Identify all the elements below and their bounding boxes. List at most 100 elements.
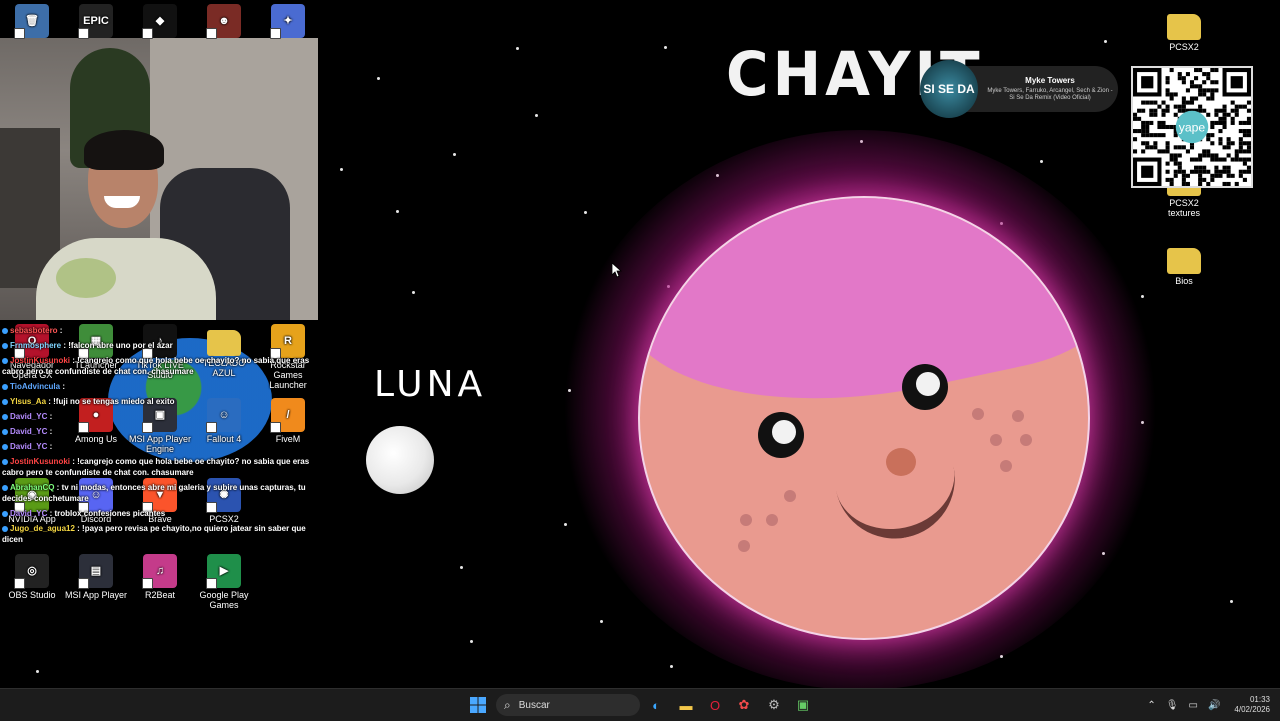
freckle	[1020, 434, 1032, 446]
now-playing-artist: Myke Towers	[1025, 76, 1075, 85]
qr-brand-label: yape	[1179, 120, 1206, 134]
roblox-icon: ◆	[142, 4, 177, 39]
left-eye	[758, 412, 804, 458]
chat-text: : !fuji no se tengas miedo al exito	[46, 397, 175, 406]
chat-badge-icon	[2, 357, 8, 364]
edge-icon[interactable]: ◐	[646, 695, 666, 715]
desktop-shortcut[interactable]: ☻	[192, 4, 256, 40]
chat-username: JostinKusunoki	[10, 457, 71, 466]
opera-gx-taskbar-icon[interactable]: O	[705, 695, 725, 715]
chat-badge-icon	[2, 398, 8, 405]
chat-message: TioAdvincula :	[2, 381, 314, 392]
now-playing-widget[interactable]: SI SE DA Myke Towers Myke Towers, Farruk…	[920, 60, 1118, 118]
qr-code-image: yape	[1133, 68, 1251, 186]
desktop-shortcut-label: PCSX2	[1169, 42, 1199, 52]
chat-message: David_YC :	[2, 411, 314, 422]
chat-text: :	[60, 382, 65, 391]
desktop-shortcut[interactable]: PCSX2	[1152, 8, 1216, 52]
star	[1104, 40, 1107, 43]
chat-text: : troblox confesiones picantes	[47, 509, 166, 518]
star	[1040, 160, 1043, 163]
terminal-icon[interactable]: ▣	[793, 695, 813, 715]
desktop-shortcut[interactable]: EPIC	[64, 4, 128, 40]
volume-icon[interactable]: 🔊	[1208, 700, 1220, 711]
chat-message: Frnmosphere : !falcon abre uno por el az…	[2, 340, 314, 351]
moon-label: LUNA	[374, 364, 487, 405]
chat-username: David_YC	[10, 442, 48, 451]
desktop-shortcut[interactable]: 🗑	[0, 4, 64, 40]
search-icon: ⌕	[504, 697, 511, 712]
app-taskbar-icon[interactable]: ✿	[734, 695, 754, 715]
windows-logo-icon	[470, 697, 486, 713]
chat-username: TioAdvincula	[10, 382, 61, 391]
star	[412, 291, 415, 294]
chat-badge-icon	[2, 510, 8, 517]
settings-gear-icon[interactable]: ⚙	[764, 695, 784, 715]
freckle	[738, 540, 750, 552]
now-playing-song: Myke Towers, Farruko, Arcangel, Sech & Z…	[987, 88, 1113, 101]
freckle	[784, 490, 796, 502]
star	[584, 211, 587, 214]
star	[460, 566, 463, 569]
pcsx2-folder-icon	[1167, 14, 1201, 40]
chat-username: sebasbotero	[10, 326, 58, 335]
desktop-shortcut[interactable]: ◎ OBS Studio	[0, 554, 64, 600]
game-shortcut-2-icon: ✦	[270, 4, 305, 39]
chat-badge-icon	[2, 484, 8, 491]
desktop-shortcut[interactable]: ▤ MSI App Player	[64, 554, 128, 600]
network-icon[interactable]: ▭	[1189, 700, 1198, 711]
moon-drawing	[366, 426, 434, 494]
chat-message: Ylsus_Aa : !fuji no se tengas miedo al e…	[2, 396, 314, 407]
chat-username: David_YC	[10, 509, 48, 518]
desktop-shortcut-label: Bios	[1175, 276, 1193, 286]
google-play-icon: ▶	[206, 554, 241, 589]
freckle	[1012, 410, 1024, 422]
star	[453, 153, 456, 156]
chat-badge-icon	[2, 342, 8, 349]
chat-username: Jugo_de_agua12	[10, 524, 75, 533]
star	[377, 77, 380, 80]
game-shortcut-icon: ☻	[206, 4, 241, 39]
star	[1230, 600, 1233, 603]
desktop-shortcut[interactable]: ▶ Google Play Games	[192, 554, 256, 610]
obs-icon: ◎	[14, 554, 49, 589]
chevron-up-icon[interactable]: ⌃	[1147, 700, 1155, 711]
chat-username: Frnmosphere	[10, 341, 62, 350]
search-placeholder: Buscar	[518, 699, 550, 711]
star	[535, 114, 538, 117]
mouth	[834, 456, 966, 550]
chat-message: sebasbotero :	[2, 325, 314, 336]
desktop-shortcut[interactable]: ◆	[128, 4, 192, 40]
microphone-icon[interactable]: 🎙	[1166, 700, 1179, 711]
star	[516, 47, 519, 50]
stream-chat: sebasbotero : Frnmosphere : !falcon abre …	[2, 325, 314, 549]
desktop-shortcut[interactable]: Bios	[1152, 242, 1216, 286]
taskbar-search[interactable]: ⌕ Buscar	[496, 694, 640, 716]
chat-message: JostinKusunoki : !cangrejo como que hola…	[2, 456, 314, 478]
desktop-shortcut-label: R2Beat	[144, 590, 176, 600]
chat-text: :	[57, 326, 63, 335]
clock-date: 4/02/2026	[1234, 705, 1270, 714]
star	[1141, 295, 1144, 298]
chat-badge-icon	[2, 428, 8, 435]
planet-drawing	[638, 196, 1090, 640]
chat-username: Ylsus_Aa	[10, 397, 47, 406]
desktop-shortcut[interactable]: ♫ R2Beat	[128, 554, 192, 600]
desktop-shortcut[interactable]: ✦	[256, 4, 320, 40]
chat-message: David_YC :	[2, 441, 314, 452]
chat-badge-icon	[2, 327, 8, 334]
star	[564, 523, 567, 526]
msi-player-icon: ▤	[78, 554, 113, 589]
chat-message: Jugo_de_agua12 : !paya pero revisa pe ch…	[2, 523, 314, 545]
start-button[interactable]	[468, 695, 488, 715]
chat-message: David_YC : troblox confesiones picantes	[2, 508, 314, 519]
star	[396, 210, 399, 213]
right-eye	[902, 364, 948, 410]
clock-time: 01:33	[1249, 695, 1270, 704]
desktop-shortcut-label: Google Play Games	[199, 590, 249, 610]
webcam-person-shirt	[36, 238, 216, 320]
chat-badge-icon	[2, 443, 8, 450]
file-explorer-icon[interactable]: ▬	[676, 695, 696, 715]
clock[interactable]: 01:33 4/02/2026	[1234, 695, 1270, 715]
webcam-person-hair	[84, 130, 164, 170]
